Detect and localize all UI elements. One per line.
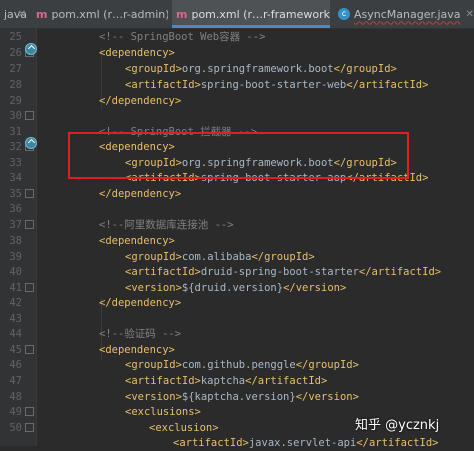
code-line-27: <groupId>org.springframework.boot</group…	[125, 63, 397, 75]
fold-toggle-icon[interactable]	[25, 345, 34, 354]
code-line-49: <exclusions>	[125, 405, 201, 420]
line-number: 26	[9, 47, 22, 59]
annotation-highlight-box	[68, 132, 409, 179]
xml-value: com.github.penggle	[181, 359, 296, 371]
code-line-35: </dependency>	[99, 187, 181, 202]
xml-value: kaptcha	[200, 375, 246, 387]
code-line-51: <artifactId>javax.servlet-api</artifactI…	[173, 437, 439, 449]
line-number: 37	[9, 219, 22, 231]
line-number: 30	[9, 110, 22, 122]
line-number: 47	[9, 375, 22, 387]
xml-value: org.springframework.boot	[181, 63, 334, 75]
fold-toggle-icon[interactable]	[25, 220, 34, 229]
code-line-45: <dependency>	[99, 343, 175, 358]
line-number: 28	[9, 79, 22, 91]
code-line-29: </dependency>	[99, 94, 181, 109]
tab-label: AsyncManager.java	[354, 7, 461, 21]
xml-value: com.alibaba	[181, 251, 252, 263]
code-line-48: <version>${kaptcha.version}</version>	[125, 391, 359, 403]
xml-value: ${druid.version}	[181, 282, 284, 294]
class-icon: c	[338, 8, 350, 20]
maven-icon: m	[36, 7, 48, 21]
line-number: 38	[9, 235, 22, 247]
close-icon[interactable]: ✕	[466, 9, 474, 20]
line-number: 45	[9, 344, 22, 356]
line-number-gutter[interactable]: 25 26 27 28 29 30 31 32 33 34 35 36 37 3…	[0, 28, 37, 446]
xml-comment: <!-- SpringBoot Web容器 -->	[99, 31, 266, 43]
fold-toggle-icon[interactable]	[25, 111, 34, 120]
xml-value: druid-spring-boot-starter	[200, 266, 359, 278]
code-line-26: <dependency>	[99, 46, 175, 61]
xml-tag: <dependency>	[99, 47, 175, 59]
code-line-38: <dependency>	[99, 234, 175, 249]
code-line-28: <artifactId>spring-boot-starter-web</art…	[125, 79, 429, 91]
xml-tag: <exclusions>	[125, 406, 201, 418]
xml-tag: <exclusion>	[149, 422, 219, 434]
code-line-41: <version>${druid.version}</version>	[125, 282, 347, 294]
tab-asyncmanager[interactable]: c AsyncManager.java ✕	[334, 0, 474, 28]
xml-value: javax.servlet-api	[248, 437, 357, 449]
code-line-47: <artifactId>kaptcha</artifactId>	[125, 375, 328, 387]
line-number: 32	[9, 141, 22, 153]
dependency-gutter-icon[interactable]	[25, 137, 37, 149]
code-line-46: <groupId>com.github.penggle</groupId>	[125, 359, 359, 371]
zhihu-watermark: 知乎 @ycznkj	[355, 418, 440, 433]
line-number: 49	[9, 406, 22, 418]
line-number: 41	[9, 282, 22, 294]
tab-pom-ruoyi-framework[interactable]: m pom.xml (r…r-framework) ✕	[172, 0, 330, 28]
tab-pom-ruoyi-admin[interactable]: m pom.xml (r…r-admin) ✕	[32, 0, 168, 28]
line-number: 39	[9, 251, 22, 263]
line-number: 44	[9, 328, 22, 340]
line-number: 42	[9, 297, 22, 309]
code-line-37: <!--阿里数据库连接池 -->	[99, 218, 234, 233]
code-line-40: <artifactId>druid-spring-boot-starter</a…	[125, 266, 442, 278]
xml-value: spring-boot-starter-web	[200, 79, 347, 91]
xml-tag: </dependency>	[99, 95, 182, 107]
xml-comment: <!--验证码 -->	[99, 328, 182, 340]
xml-tag: </dependency>	[99, 188, 182, 200]
code-line-25: <!-- SpringBoot Web容器 -->	[99, 30, 265, 45]
fold-toggle-icon[interactable]	[25, 283, 34, 292]
line-number: 29	[9, 95, 22, 107]
fold-toggle-icon[interactable]	[25, 407, 34, 416]
tab-label: pom.xml (r…r-framework)	[191, 7, 330, 21]
maven-icon: m	[176, 7, 188, 21]
line-number: 35	[9, 188, 22, 200]
xml-tag: </dependency>	[99, 297, 182, 309]
line-number: 33	[9, 157, 22, 169]
code-line-50: <exclusion>	[149, 421, 219, 436]
line-number: 48	[9, 391, 22, 403]
fold-toggle-icon[interactable]	[25, 423, 34, 432]
editor-tab-bar: java ✕ m pom.xml (r…r-admin) ✕ m pom.xml…	[0, 0, 474, 29]
line-number: 50	[9, 422, 22, 434]
xml-comment: <!--阿里数据库连接池 -->	[99, 219, 234, 231]
line-number: 43	[9, 313, 22, 325]
line-number: 31	[9, 126, 22, 138]
line-number: 34	[9, 172, 22, 184]
xml-value: ${kaptcha.version}	[181, 391, 296, 403]
line-number: 36	[9, 203, 22, 215]
code-line-44: <!--验证码 -->	[99, 327, 181, 342]
close-icon[interactable]: ✕	[16, 0, 28, 28]
code-line-39: <groupId>com.alibaba</groupId>	[125, 251, 315, 263]
line-number: 25	[9, 31, 22, 43]
tab-label: pom.xml (r…r-admin)	[51, 7, 168, 21]
xml-tag: <dependency>	[99, 235, 175, 247]
code-editor[interactable]: <!-- SpringBoot Web容器 --> <dependency> <…	[37, 28, 474, 449]
line-number: 46	[9, 359, 22, 371]
line-number: 27	[9, 63, 22, 75]
code-line-42: </dependency>	[99, 296, 181, 311]
xml-tag: <dependency>	[99, 344, 175, 356]
dependency-gutter-icon[interactable]	[25, 43, 37, 55]
line-number: 40	[9, 266, 22, 278]
fold-toggle-icon[interactable]	[25, 189, 34, 198]
